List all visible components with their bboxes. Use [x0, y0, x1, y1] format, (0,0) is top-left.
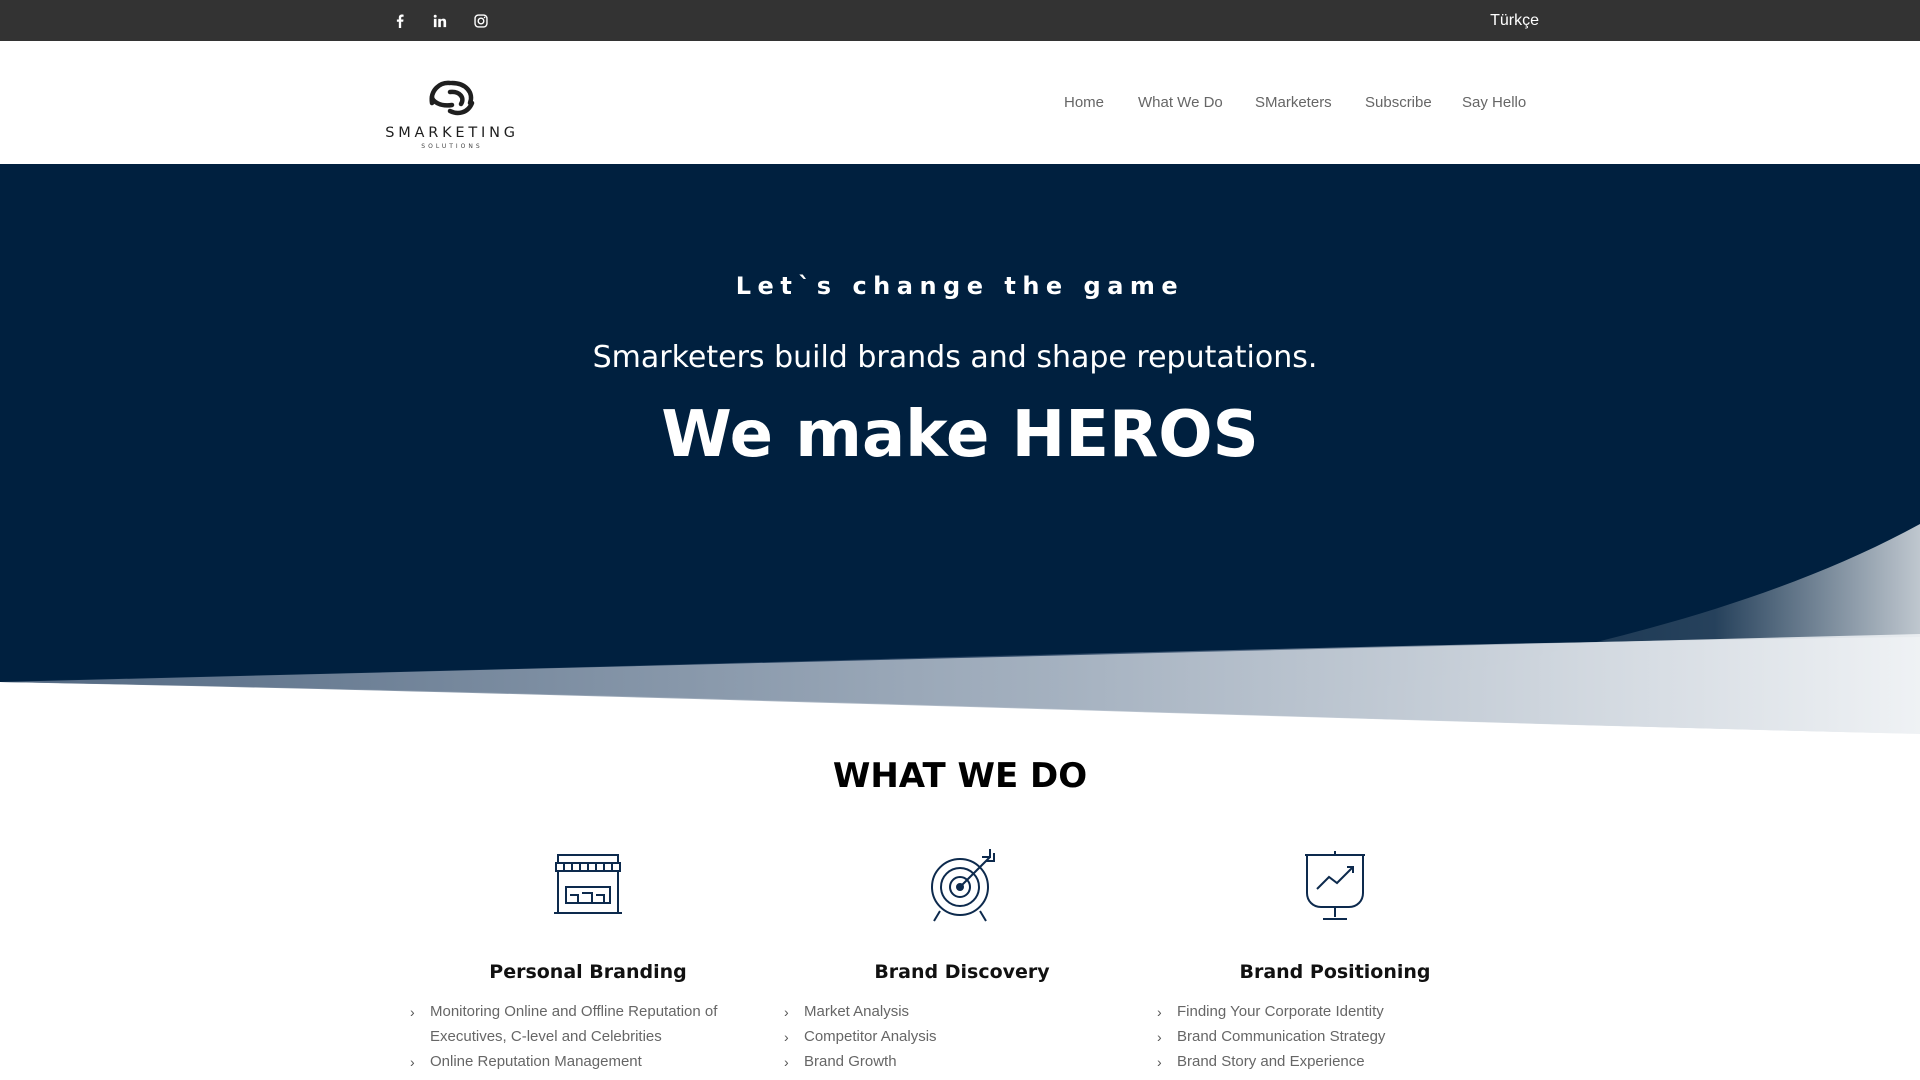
presentation-chart-icon — [1295, 845, 1375, 925]
language-switch-link[interactable]: Türkçe — [1490, 0, 1539, 41]
service-list: › Monitoring Online and Offline Reputatio… — [408, 999, 768, 1074]
logo-subtext: SOLUTIONS — [421, 143, 483, 150]
top-bar: Türkçe — [0, 0, 1920, 41]
chevron-right-icon: › — [1157, 1029, 1162, 1045]
linkedin-icon[interactable] — [428, 0, 452, 41]
facebook-icon[interactable] — [388, 0, 412, 41]
list-item: › Finding Your Corporate Identity — [1155, 999, 1515, 1024]
service-list: › Finding Your Corporate Identity › Brand … — [1155, 999, 1515, 1074]
nav-what-we-do[interactable]: What We Do — [1138, 94, 1223, 111]
hero-subtitle: Smarketers build brands and shape reputa… — [592, 340, 1318, 375]
service-title: Brand Positioning — [1239, 961, 1431, 983]
chevron-right-icon: › — [1157, 1054, 1162, 1070]
chevron-right-icon: › — [784, 1054, 789, 1070]
section-title-what-we-do: WHAT WE DO — [832, 756, 1088, 796]
chevron-right-icon: › — [410, 1004, 415, 1020]
logo-swirl-icon — [429, 80, 475, 116]
chevron-right-icon: › — [1157, 1004, 1162, 1020]
site-logo[interactable]: SMARKETING SOLUTIONS — [382, 61, 522, 151]
service-list: › Market Analysis › Competitor Analysis › B… — [782, 999, 1142, 1074]
logo-wordmark: SMARKETING — [385, 125, 519, 141]
list-item: › Market Analysis — [782, 999, 1142, 1024]
storefront-icon — [548, 845, 628, 925]
nav-say-hello[interactable]: Say Hello — [1462, 94, 1526, 111]
nav-subscribe[interactable]: Subscribe — [1365, 94, 1432, 111]
list-item: › Monitoring Online and Offline Reputatio… — [408, 999, 768, 1049]
service-title: Brand Discovery — [874, 961, 1050, 983]
list-item: › Brand Growth — [782, 1049, 1142, 1074]
list-item: › Brand Communication Strategy — [1155, 1024, 1515, 1049]
nav-smarketers[interactable]: SMarketers — [1255, 94, 1332, 111]
nav-home[interactable]: Home — [1064, 94, 1104, 111]
chevron-right-icon: › — [784, 1029, 789, 1045]
hero-tagline: Let`s change the game — [735, 272, 1185, 300]
chevron-right-icon: › — [784, 1004, 789, 1020]
list-item: › Online Reputation Management — [408, 1049, 768, 1074]
instagram-icon[interactable] — [469, 0, 493, 41]
chevron-right-icon: › — [410, 1054, 415, 1070]
list-item: › Competitor Analysis — [782, 1024, 1142, 1049]
target-arrow-icon — [922, 845, 1002, 925]
service-title: Personal Branding — [489, 961, 687, 983]
site-header: SMARKETING SOLUTIONS Home What We Do SMa… — [0, 41, 1920, 165]
hero-headline: We make HEROS — [661, 398, 1259, 472]
list-item: › Brand Story and Experience — [1155, 1049, 1515, 1074]
